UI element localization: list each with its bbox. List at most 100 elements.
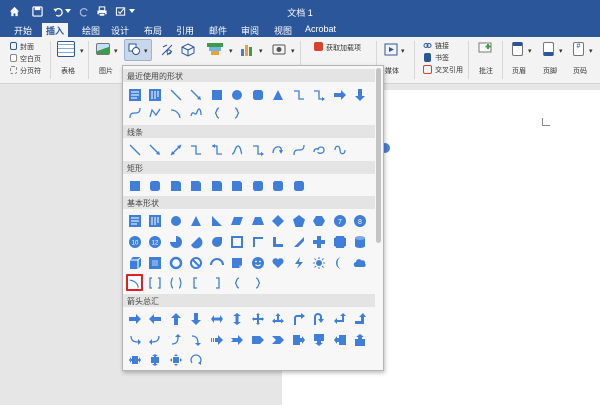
zarrow-shape[interactable] — [208, 141, 225, 158]
tri-shape[interactable] — [270, 86, 287, 103]
textbox-shape[interactable] — [126, 86, 143, 103]
tri-shape[interactable] — [188, 212, 205, 229]
scribble-shape[interactable] — [188, 104, 205, 121]
chord-shape[interactable] — [188, 233, 205, 250]
circle-shape[interactable] — [229, 86, 246, 103]
udcallout-shape[interactable] — [147, 351, 164, 368]
pentarrow-shape[interactable] — [249, 331, 266, 348]
smiley-shape[interactable] — [249, 254, 266, 271]
dodec-shape[interactable]: 12 — [147, 233, 164, 250]
chevron-shape[interactable] — [270, 331, 287, 348]
trap-shape[interactable] — [249, 212, 266, 229]
lcallout-shape[interactable] — [331, 331, 348, 348]
cross-reference-button[interactable]: 交叉引用 — [435, 65, 463, 75]
rarrow-shape[interactable] — [331, 86, 348, 103]
tab-insert[interactable]: 插入 — [42, 23, 69, 37]
rrect-shape[interactable] — [290, 177, 307, 194]
table-button[interactable]: 表格 — [61, 66, 75, 76]
screenshot-icon[interactable] — [272, 43, 286, 55]
darrow-shape[interactable] — [188, 310, 205, 327]
diagstripe-shape[interactable] — [290, 233, 307, 250]
rrect-shape[interactable] — [249, 86, 266, 103]
page-break-button[interactable]: 分页符 — [20, 66, 41, 76]
notchedr-shape[interactable] — [229, 331, 246, 348]
tab-review[interactable]: 审阅 — [237, 23, 263, 37]
elbowarrow-shape[interactable] — [311, 86, 328, 103]
lrarrow-shape[interactable] — [208, 310, 225, 327]
arc-shape[interactable] — [126, 274, 143, 291]
tab-home[interactable]: 开始 — [10, 23, 36, 37]
bracketpair-shape[interactable] — [147, 274, 164, 291]
quadarrow-shape[interactable] — [249, 310, 266, 327]
snip-shape[interactable] — [167, 177, 184, 194]
comment-button[interactable]: 批注 — [479, 66, 493, 76]
lrcallout-shape[interactable] — [126, 351, 143, 368]
curve-shape[interactable] — [126, 104, 143, 121]
page-number-dropdown-icon[interactable]: ▾ — [589, 47, 593, 55]
curvedu-shape[interactable] — [167, 331, 184, 348]
snip-shape[interactable] — [208, 177, 225, 194]
plaque-shape[interactable] — [331, 233, 348, 250]
footer-dropdown-icon[interactable]: ▾ — [559, 47, 563, 55]
vtext-shape[interactable] — [147, 86, 164, 103]
gallery-scrollbar[interactable] — [376, 68, 381, 368]
bookmark-button[interactable]: 书签 — [435, 53, 449, 63]
rbrace-shape[interactable] — [229, 104, 246, 121]
rrect-shape[interactable] — [270, 177, 287, 194]
footer-button[interactable]: 页脚 — [543, 66, 557, 76]
tab-view[interactable]: 视图 — [270, 23, 296, 37]
cloudline-shape[interactable] — [311, 141, 328, 158]
screenshot-dropdown-icon[interactable]: ▾ — [291, 47, 295, 55]
darrow-shape[interactable] — [352, 86, 369, 103]
chart-icon[interactable] — [240, 43, 254, 56]
uturn-shape[interactable] — [311, 310, 328, 327]
freeform-shape[interactable] — [147, 104, 164, 121]
halfframe-shape[interactable] — [249, 233, 266, 250]
rarrow-shape[interactable] — [126, 310, 143, 327]
bracepair-shape[interactable] — [167, 274, 184, 291]
table-dropdown-icon[interactable]: ▾ — [80, 47, 84, 55]
tab-mailings[interactable]: 邮件 — [205, 23, 231, 37]
sun-shape[interactable] — [311, 254, 328, 271]
elbowarrow-shape[interactable] — [249, 141, 266, 158]
link-button[interactable]: 链接 — [435, 41, 449, 51]
tab-references[interactable]: 引用 — [172, 23, 198, 37]
diamond-shape[interactable] — [270, 212, 287, 229]
page-number-button[interactable]: 页码 — [573, 66, 587, 76]
udarrow-shape[interactable] — [229, 310, 246, 327]
heart-shape[interactable] — [270, 254, 287, 271]
line-shape[interactable] — [167, 86, 184, 103]
arrowline-shape[interactable] — [188, 86, 205, 103]
leftup-shape[interactable] — [331, 310, 348, 327]
donut-shape[interactable] — [167, 254, 184, 271]
page-number-icon[interactable]: # — [573, 42, 584, 56]
circarrow-shape[interactable] — [188, 351, 205, 368]
scroll-thumb[interactable] — [376, 68, 381, 243]
bolt-shape[interactable] — [290, 254, 307, 271]
quadcallout-shape[interactable] — [167, 351, 184, 368]
dblarrow-shape[interactable] — [167, 141, 184, 158]
rect-shape[interactable] — [208, 86, 225, 103]
arc-shape[interactable] — [167, 104, 184, 121]
snip-shape[interactable] — [188, 177, 205, 194]
hept-shape[interactable]: 7 — [331, 212, 348, 229]
tab-design[interactable]: 设计 — [107, 23, 133, 37]
can-shape[interactable] — [352, 233, 369, 250]
larrow-shape[interactable] — [147, 310, 164, 327]
curvedd-shape[interactable] — [188, 331, 205, 348]
rbrace-shape[interactable] — [249, 274, 266, 291]
rect-shape[interactable] — [126, 177, 143, 194]
hex-shape[interactable] — [311, 212, 328, 229]
rbracket-shape[interactable] — [208, 274, 225, 291]
tab-draw[interactable]: 绘图 — [78, 23, 104, 37]
icons-icon[interactable] — [160, 43, 174, 57]
smartart-dropdown-icon[interactable]: ▾ — [229, 47, 233, 55]
media-dropdown-icon[interactable]: ▾ — [401, 47, 405, 55]
curve-shape[interactable] — [290, 141, 307, 158]
lbrace-shape[interactable] — [229, 274, 246, 291]
header-button[interactable]: 页眉 — [512, 66, 526, 76]
shapes-dropdown-icon[interactable]: ▾ — [144, 47, 148, 55]
nosym-shape[interactable] — [188, 254, 205, 271]
swave-shape[interactable] — [229, 141, 246, 158]
lbracket-shape[interactable] — [188, 274, 205, 291]
